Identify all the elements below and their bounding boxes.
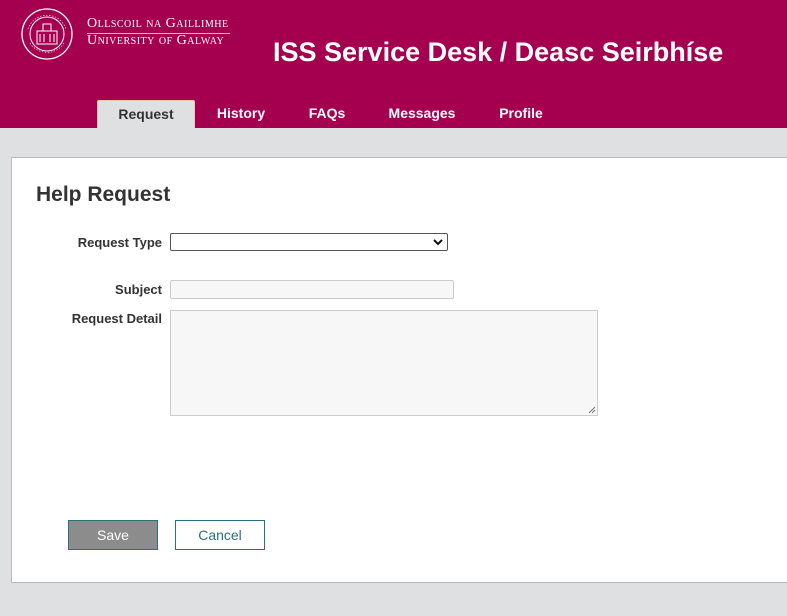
chevron-down-icon [433,239,443,246]
save-button[interactable]: Save [68,520,158,550]
cancel-button[interactable]: Cancel [175,520,265,550]
help-request-panel: Help Request Request Type Subject Reques… [11,157,787,583]
tab-request[interactable]: Request [97,100,195,128]
site-header: Ollscoil na Gaillimhe University of Galw… [0,0,787,128]
page-title: ISS Service Desk / Deasc Seirbhíse [273,37,724,67]
tab-faqs[interactable]: FAQs [295,100,359,128]
request-detail-textarea[interactable] [170,310,598,416]
tab-profile[interactable]: Profile [485,100,557,128]
brand-name-irish: Ollscoil na Gaillimhe [87,16,229,31]
request-detail-label: Request Detail [71,311,162,326]
resize-grip-icon[interactable] [588,406,596,414]
request-type-label: Request Type [77,235,162,250]
university-seal-icon [21,8,73,60]
tab-messages[interactable]: Messages [379,100,465,128]
subject-label: Subject [115,282,162,297]
request-type-select[interactable] [170,233,448,251]
brand-name-english: University of Galway [87,33,225,48]
form-title: Help Request [36,183,171,206]
university-logo[interactable]: Ollscoil na Gaillimhe University of Galw… [20,7,235,63]
tab-history[interactable]: History [205,100,277,128]
subject-input[interactable] [170,280,454,299]
